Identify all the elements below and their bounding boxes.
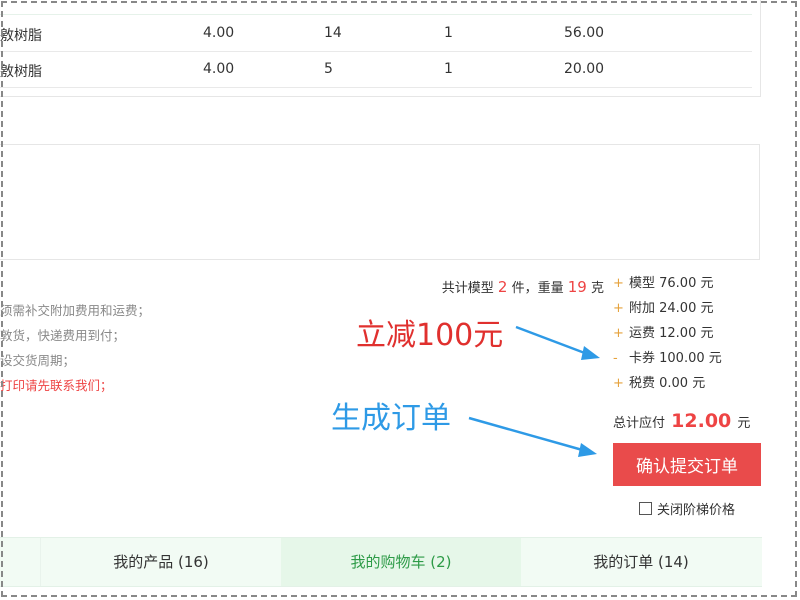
fee-model: + 模型 76.00 元 bbox=[613, 275, 722, 300]
plus-icon: + bbox=[613, 326, 624, 341]
discount-arrow-icon bbox=[515, 325, 600, 360]
item-qty: 5 bbox=[324, 61, 333, 77]
order-arrow-icon bbox=[468, 416, 597, 457]
order-notes: 须需补交附加费用和运费； 敦货，快递费用到付； 设交货周期； 打印请先联系我们； bbox=[0, 300, 150, 400]
tab-my-cart[interactable]: 我的购物车 (2) bbox=[281, 538, 521, 586]
total-unit: 元 bbox=[737, 416, 751, 431]
order-summary: 共计模型 2 件，重量 19 克 bbox=[442, 277, 604, 296]
total-label: 总计应付 bbox=[613, 416, 666, 431]
plus-icon: + bbox=[613, 276, 624, 291]
total-payable: 总计应付 12.00 元 bbox=[613, 410, 750, 432]
order-items-panel: 敫树脂 4.00 14 1 56.00 敫树脂 4.00 5 1 20.00 bbox=[0, 0, 761, 97]
discount-annotation: 立减100元 bbox=[356, 318, 504, 353]
item-count: 1 bbox=[444, 25, 453, 41]
fee-label: 卡券 100.00 元 bbox=[629, 351, 722, 366]
minus-icon: - bbox=[613, 351, 618, 366]
item-name: 敫树脂 bbox=[0, 64, 42, 80]
total-amount: 12.00 bbox=[671, 410, 732, 432]
tab-my-products[interactable]: 我的产品 (16) bbox=[41, 538, 281, 586]
summary-count: 2 bbox=[497, 278, 508, 296]
summary-count-unit: 件，重量 bbox=[511, 281, 564, 296]
summary-prefix: 共计模型 bbox=[441, 281, 494, 296]
fee-shipping: + 运费 12.00 元 bbox=[613, 325, 722, 350]
fee-label: 税费 0.00 元 bbox=[629, 376, 706, 391]
table-header-strip bbox=[0, 0, 752, 15]
plus-icon: + bbox=[613, 376, 624, 391]
tier-checkbox-label: 关闭阶梯价格 bbox=[657, 503, 736, 518]
plus-icon: + bbox=[613, 301, 624, 316]
fee-extra: + 附加 24.00 元 bbox=[613, 300, 722, 325]
item-subtotal: 56.00 bbox=[564, 25, 605, 41]
tab-my-orders[interactable]: 我的订单 (14) bbox=[521, 538, 761, 586]
item-name: 敫树脂 bbox=[0, 28, 42, 44]
bottom-tabbar: 我的产品 (16) 我的购物车 (2) 我的订单 (14) bbox=[0, 537, 762, 587]
note-line-warning: 打印请先联系我们； bbox=[0, 378, 113, 393]
fee-tax: + 税费 0.00 元 bbox=[613, 375, 722, 400]
item-count: 1 bbox=[444, 61, 453, 77]
submit-order-button[interactable]: 确认提交订单 bbox=[613, 443, 761, 486]
fee-coupon: - 卡券 100.00 元 bbox=[613, 350, 722, 375]
fee-label: 运费 12.00 元 bbox=[629, 326, 714, 341]
summary-weight-unit: 克 bbox=[590, 281, 604, 296]
item-price: 4.00 bbox=[203, 25, 235, 41]
table-row: 敫树脂 4.00 14 1 56.00 bbox=[0, 15, 752, 52]
summary-weight: 19 bbox=[567, 278, 587, 296]
fee-label: 附加 24.00 元 bbox=[629, 301, 714, 316]
fee-breakdown: + 模型 76.00 元 + 附加 24.00 元 + 运费 12.00 元 - 卡券 … bbox=[613, 275, 722, 400]
disable-tier-price-checkbox[interactable]: 关闭阶梯价格 bbox=[639, 499, 735, 518]
item-price: 4.00 bbox=[203, 61, 235, 77]
generate-order-annotation: 生成订单 bbox=[331, 401, 451, 436]
table-row: 敫树脂 4.00 5 1 20.00 bbox=[0, 51, 752, 88]
order-remark-textarea[interactable] bbox=[0, 144, 760, 260]
item-subtotal: 20.00 bbox=[564, 61, 605, 77]
fee-label: 模型 76.00 元 bbox=[629, 276, 714, 291]
item-qty: 14 bbox=[324, 25, 342, 41]
note-line: 设交货周期； bbox=[0, 353, 76, 368]
note-line: 敦货，快递费用到付； bbox=[0, 328, 126, 343]
note-line: 须需补交附加费用和运费； bbox=[0, 303, 151, 318]
checkbox-icon[interactable] bbox=[639, 502, 652, 515]
